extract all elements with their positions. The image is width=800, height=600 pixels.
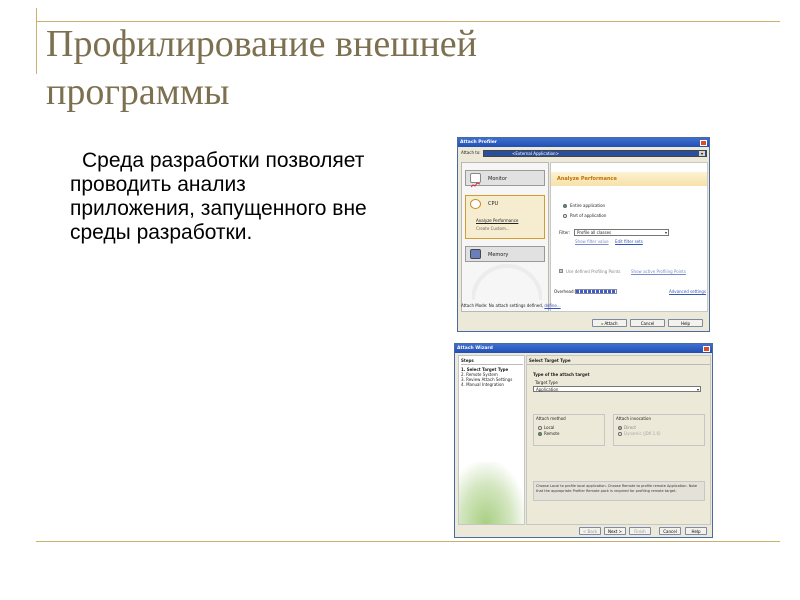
cancel-button[interactable]: Cancel [630, 319, 665, 327]
wizard-content-panel: Select Target Type Type of the attach ta… [526, 355, 711, 525]
invocation-dynamic-radio[interactable] [618, 432, 622, 436]
attach-invocation-label: Attach invocation [616, 416, 652, 421]
wizard-steps-panel: Steps 1. Select Target Type 2. Remote Sy… [458, 355, 525, 525]
advanced-settings-link[interactable]: Advanced settings [669, 289, 706, 294]
cpu-create-custom[interactable]: Create Custom... [476, 226, 510, 231]
attach-to-combo[interactable]: <External Application> ▾ [483, 150, 707, 157]
invocation-direct-radio[interactable] [618, 426, 622, 430]
mode-cpu-label: CPU [488, 201, 499, 207]
method-local-label: Local [544, 425, 555, 430]
attach-mode-define-link[interactable]: define... [544, 303, 560, 308]
help-button[interactable]: Help [685, 527, 707, 535]
filter-select[interactable]: Profile all classes ▾ [574, 229, 669, 236]
attach-button[interactable]: ▸ Attach [592, 319, 627, 327]
mode-monitor-button[interactable]: Monitor [465, 170, 545, 188]
leaf-decoration [459, 462, 524, 524]
attach-invocation-group: Attach invocation Direct Dynamic (JDK 1.… [613, 414, 705, 446]
attach-method-label: Attach method [536, 416, 566, 421]
attach-wizard-window: Attach Wizard Steps 1. Select Target Typ… [454, 343, 713, 538]
attach-profiler-titlebar: Attach Profiler [458, 138, 709, 147]
mode-memory-label: Memory [488, 252, 509, 258]
invocation-dynamic-label: Dynamic (JDK 1.6) [624, 431, 661, 436]
target-type-label: Target Type [535, 380, 558, 385]
profiling-modes-panel: Monitor CPU Analyze Performance Create C… [461, 162, 549, 312]
overhead-meter [575, 289, 617, 294]
chevron-down-icon[interactable]: ▾ [697, 387, 699, 392]
use-profiling-points-label: Use defined Profiling Points [566, 269, 621, 274]
close-icon[interactable] [700, 139, 707, 146]
mode-cpu-button[interactable]: CPU Analyze Performance Create Custom... [465, 195, 545, 239]
attach-mode-status: Attach Mode: No attach settings defined,… [461, 303, 561, 308]
memory-icon [470, 249, 481, 259]
target-type-select[interactable]: Application ▾ [533, 386, 701, 392]
cancel-button[interactable]: Cancel [659, 527, 681, 535]
close-icon[interactable] [703, 345, 710, 352]
part-of-application-label: Part of application [570, 213, 607, 218]
slide-body-text: Среда разработки позволяет проводить ана… [70, 149, 367, 244]
finish-button[interactable]: Finish [629, 527, 651, 535]
back-button[interactable]: < Back [579, 527, 601, 535]
invocation-direct-label: Direct [624, 425, 636, 430]
chevron-down-icon[interactable]: ▾ [665, 230, 667, 235]
method-remote-radio[interactable] [538, 432, 542, 436]
title-vertical-rule [36, 8, 37, 74]
mode-monitor-label: Monitor [488, 176, 508, 182]
show-filter-value-link[interactable]: Show filter value [575, 239, 609, 244]
filter-label: Filter: [559, 230, 571, 235]
analyze-performance-panel: Analyze Performance Entire application P… [550, 162, 708, 312]
attach-method-group: Attach method Local Remote [533, 414, 605, 446]
slide-title: Профилирование внешней программы [46, 23, 477, 113]
attach-profiler-title: Attach Profiler [460, 140, 498, 145]
attach-to-value: <External Application> [512, 151, 559, 156]
entire-application-radio[interactable] [563, 204, 567, 208]
show-active-points-link[interactable]: Show active Profiling Points [631, 269, 686, 274]
target-type-value: Application [536, 387, 559, 392]
steps-heading: Steps [461, 358, 474, 363]
chevron-down-icon[interactable]: ▾ [699, 151, 705, 156]
arrow-right-icon: ▸ [601, 320, 604, 326]
cpu-analyze-performance[interactable]: Analyze Performance [476, 218, 518, 223]
attach-wizard-titlebar: Attach Wizard [455, 344, 712, 353]
attach-profiler-window: Attach Profiler Attach to: <External App… [457, 137, 710, 332]
attach-to-label: Attach to: [461, 150, 481, 155]
entire-application-label: Entire application [570, 203, 606, 208]
next-button[interactable]: Next > [604, 527, 626, 535]
bottom-rule [36, 541, 780, 542]
monitor-icon [470, 173, 481, 188]
attach-wizard-title: Attach Wizard [457, 346, 493, 351]
overhead-label: Overhead: [554, 289, 575, 294]
attach-mode-text: Attach Mode: No attach settings defined, [461, 303, 544, 308]
type-section-label: Type of the attach target [533, 372, 590, 377]
panel-title: Analyze Performance [557, 176, 617, 182]
gauge-watermark [472, 264, 542, 300]
part-of-application-radio[interactable] [563, 214, 567, 218]
filter-value: Profile all classes [577, 230, 612, 235]
use-profiling-points-checkbox[interactable] [559, 269, 563, 273]
steps-divider [461, 364, 523, 365]
method-local-radio[interactable] [538, 426, 542, 430]
wizard-info-text: Choose Local to profile local applicatio… [533, 481, 705, 501]
wizard-page-title: Select Target Type [529, 358, 571, 363]
cpu-icon [470, 199, 481, 209]
method-remote-label: Remote [544, 431, 560, 436]
content-divider [527, 364, 710, 365]
step-item: 4. Manual Integration [461, 382, 504, 387]
edit-filter-sets-link[interactable]: Edit filter sets [615, 239, 643, 244]
help-button[interactable]: Help [668, 319, 703, 327]
panel-heading: Analyze Performance [551, 172, 707, 186]
